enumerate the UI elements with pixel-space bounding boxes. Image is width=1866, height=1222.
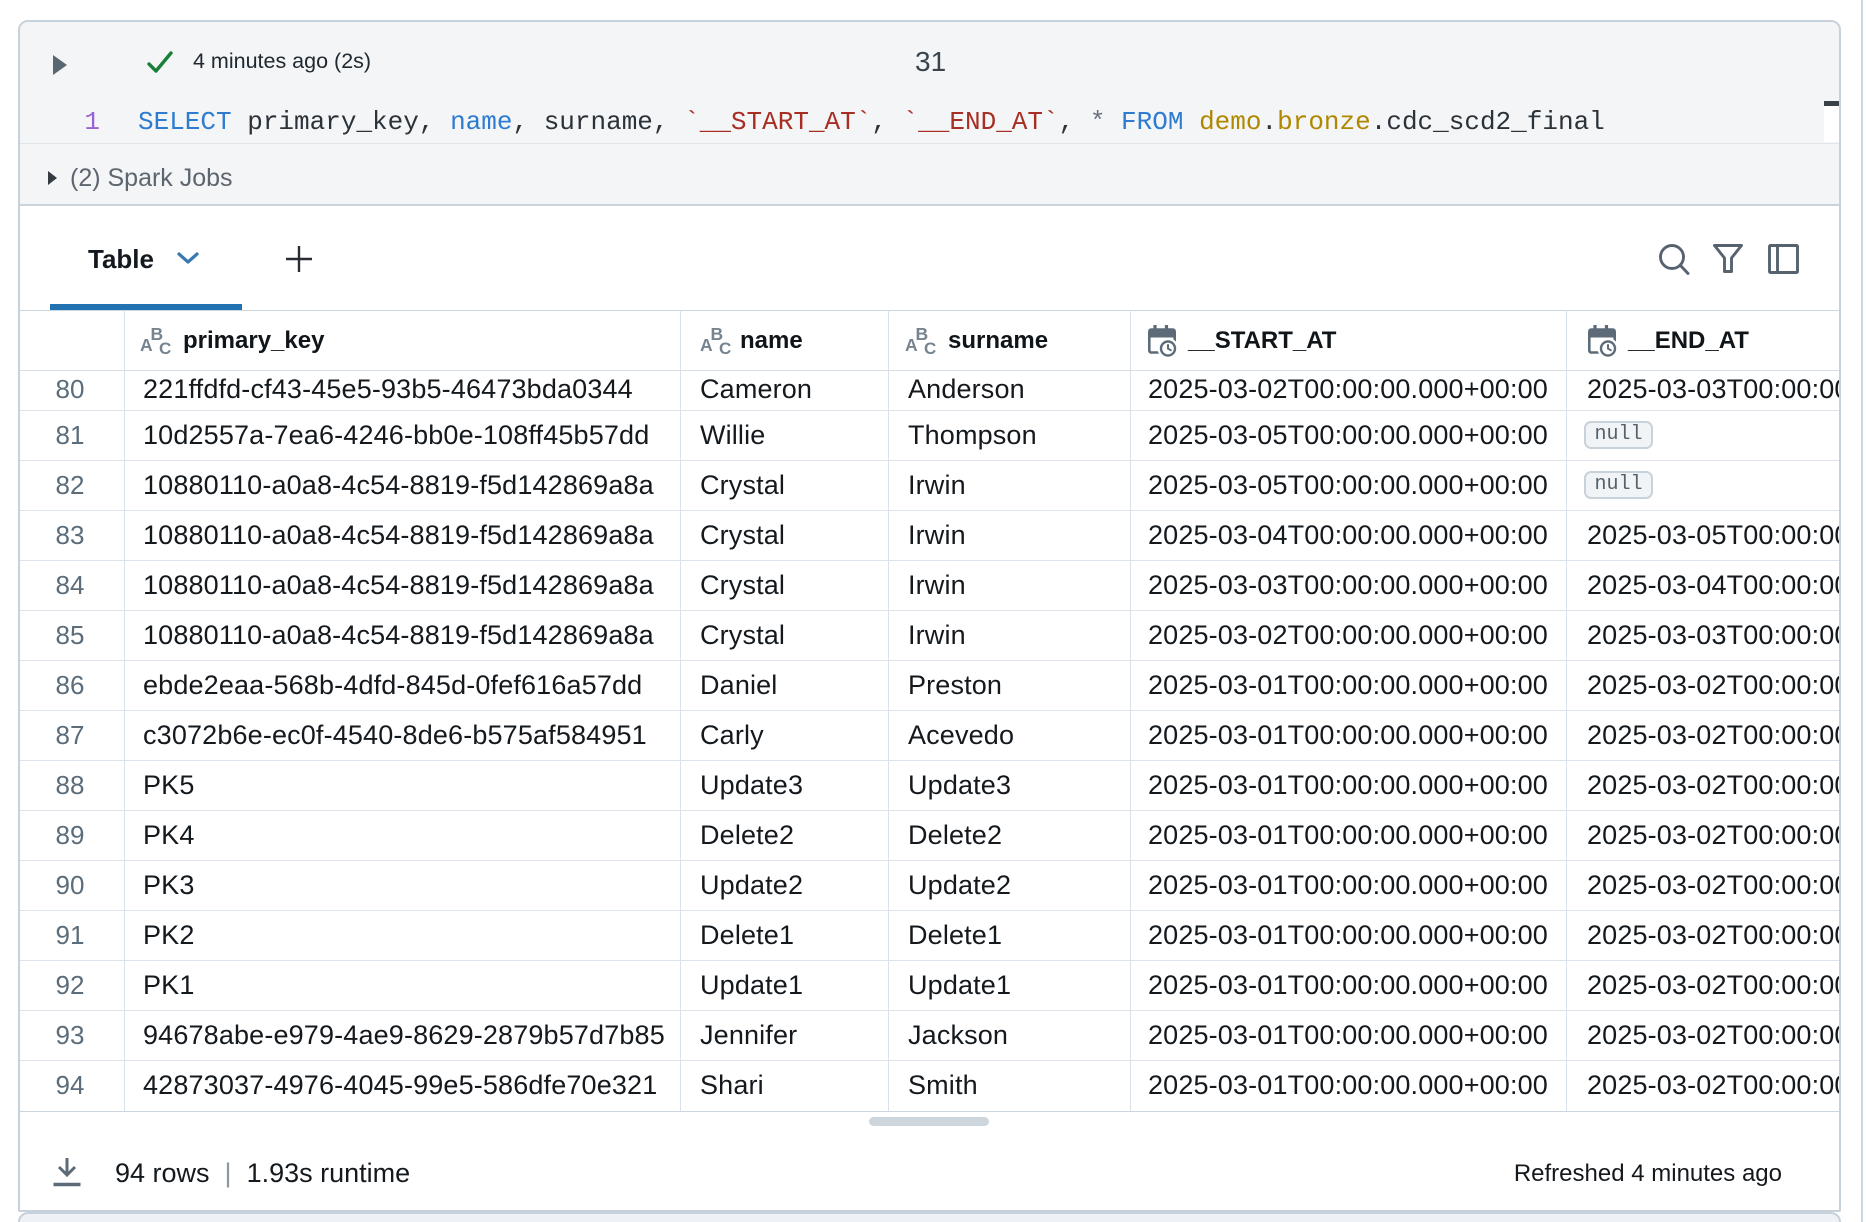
- svg-text:C: C: [924, 339, 936, 356]
- svg-text:C: C: [159, 339, 171, 356]
- svg-text:C: C: [719, 339, 731, 356]
